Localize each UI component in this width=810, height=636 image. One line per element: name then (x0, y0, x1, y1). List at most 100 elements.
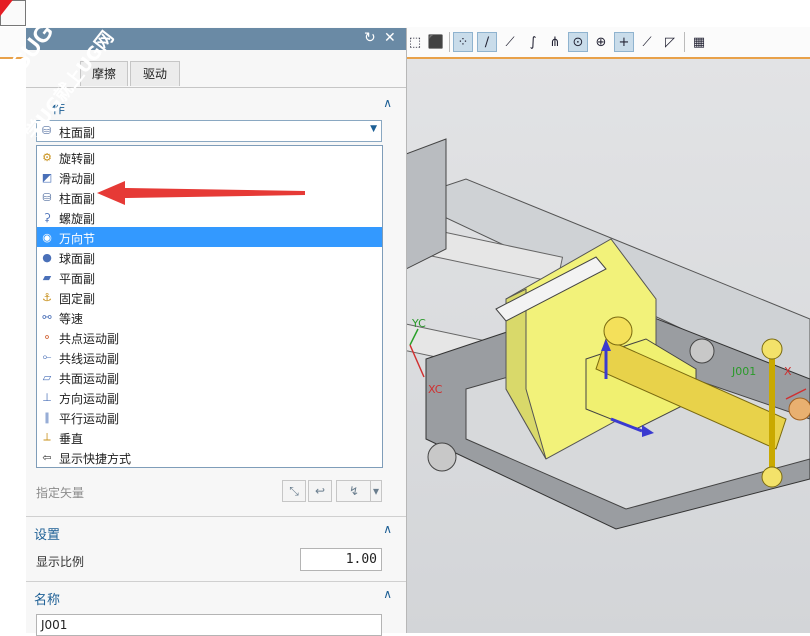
joint-marker (788, 397, 810, 421)
handle-knob-top (761, 338, 783, 360)
angle-icon[interactable]: ◸ (660, 32, 680, 52)
reset-icon[interactable]: ↻ (364, 30, 376, 46)
section-divider (26, 516, 406, 517)
show-shortcuts-icon: ⇦ (42, 450, 52, 464)
handle-knob-bottom (761, 466, 783, 488)
vector-dialog-button[interactable]: ⤡ (282, 480, 306, 502)
option-spherical[interactable]: ● 球面副 (37, 247, 382, 267)
option-planar[interactable]: ▰ 平面副 (37, 267, 382, 287)
option-label: 万向节 (59, 232, 96, 246)
snap-points-icon[interactable]: ⁘ (453, 32, 473, 52)
option-point-on-point[interactable]: ⚬ 共点运动副 (37, 327, 382, 347)
display-scale-label: 显示比例 (36, 555, 85, 569)
vector-reverse-button[interactable]: ↩ (308, 480, 332, 502)
hex-nut (689, 338, 715, 364)
end-block (406, 138, 447, 270)
section-action-header[interactable]: 作 ∧ (26, 94, 406, 118)
option-screw[interactable]: ⚳ 螺旋副 (37, 207, 382, 227)
display-scale-value: 1.00 (345, 552, 377, 567)
joint-name-label: J001 (732, 365, 757, 378)
universal-joint-icon: ◉ (42, 230, 52, 244)
joint-x-label: X (784, 365, 792, 378)
display-scale-input[interactable]: 1.00 (300, 548, 382, 571)
curve-icon[interactable]: ∫ (523, 32, 543, 52)
chevron-down-icon[interactable]: ▼ (370, 124, 377, 134)
option-label: 平面副 (59, 272, 96, 286)
option-label: 滑动副 (59, 172, 96, 186)
circle-cross-icon[interactable]: ⊕ (591, 32, 611, 52)
xc-label: XC (428, 383, 443, 396)
option-constant-velocity[interactable]: ⚯ 等速 (37, 307, 382, 327)
slider-joint-icon: ◩ (41, 170, 53, 184)
grid-icon[interactable]: ▦ (689, 32, 709, 52)
option-label: 旋转副 (59, 152, 96, 166)
line-dashed-icon[interactable]: ⟋ (500, 32, 520, 52)
option-label: 显示快捷方式 (59, 452, 132, 466)
section-settings-header[interactable]: 设置 ∧ (26, 520, 406, 544)
name-title: 名称 (34, 593, 61, 608)
option-label: 共点运动副 (59, 332, 120, 346)
option-label: 固定副 (59, 292, 96, 306)
graphics-viewport[interactable]: YC XC J001 X (406, 59, 810, 633)
settings-title: 设置 (34, 528, 61, 543)
point-on-line-icon: ⟜ (42, 350, 52, 363)
option-point-on-line[interactable]: ⟜ 共线运动副 (37, 347, 382, 367)
option-label: 共线运动副 (59, 352, 120, 366)
option-label: 螺旋副 (59, 212, 96, 226)
option-revolute[interactable]: ⚙ 旋转副 (37, 147, 382, 167)
section-name-header[interactable]: 名称 ∧ (26, 585, 406, 609)
screw-joint-icon: ⚳ (42, 210, 52, 224)
hex-nut-lower (427, 442, 457, 472)
spherical-joint-icon: ● (42, 250, 52, 264)
orientation-joint-icon: ⊥ (42, 390, 52, 404)
option-universal[interactable]: ◉ 万向节 (37, 227, 382, 247)
joint-type-select[interactable]: ⛁ 柱面副 ▼ (36, 120, 382, 142)
specify-vector-label: 指定矢量 (36, 486, 85, 500)
option-inplane[interactable]: ▱ 共面运动副 (37, 367, 382, 387)
close-icon[interactable]: ✕ (384, 30, 396, 46)
cylindrical-joint-icon: ⛁ (42, 190, 52, 204)
cube-shaded-icon[interactable]: ⬛ (426, 32, 446, 52)
option-perpendicular[interactable]: ⟂ 垂直 (37, 427, 382, 447)
constant-velocity-icon: ⚯ (42, 310, 52, 324)
tab-driver[interactable]: 驱动 (130, 61, 180, 86)
parallel-joint-icon: ∥ (44, 410, 50, 424)
option-parallel[interactable]: ∥ 平行运动副 (37, 407, 382, 427)
diagonal-icon[interactable]: ⟋ (637, 32, 657, 52)
line-icon[interactable]: ∕ (477, 32, 497, 52)
option-show-shortcuts[interactable]: ⇦ 显示快捷方式 (37, 447, 382, 467)
chevron-down-icon[interactable]: ▾ (370, 480, 382, 502)
cube-face-icon[interactable]: ⬚ (405, 32, 425, 52)
section-divider (26, 581, 406, 582)
option-label: 球面副 (59, 252, 96, 266)
vector-type-dropdown[interactable]: ↯ (336, 480, 372, 502)
screw-head (603, 316, 633, 346)
option-fixed[interactable]: ⚓ 固定副 (37, 287, 382, 307)
option-orientation[interactable]: ⊥ 方向运动副 (37, 387, 382, 407)
joint-type-value: 柱面副 (59, 126, 96, 140)
circle-target-icon[interactable]: ⊙ (568, 32, 588, 52)
yc-label: YC (412, 317, 426, 330)
toolbar-separator (449, 32, 450, 52)
option-label: 平行运动副 (59, 412, 120, 426)
chevron-up-icon[interactable]: ∧ (383, 96, 392, 110)
inplane-joint-icon: ▱ (42, 370, 52, 384)
chevron-up-icon[interactable]: ∧ (383, 587, 392, 601)
option-label: 垂直 (59, 432, 84, 446)
revolute-joint-icon: ⚙ (42, 150, 52, 164)
option-label: 共面运动副 (59, 372, 120, 386)
annotation-arrow (97, 181, 305, 205)
point-on-point-icon: ⚬ (42, 330, 52, 344)
planar-joint-icon: ▰ (42, 270, 52, 284)
plus-icon[interactable]: + (614, 32, 634, 52)
model-drawing (406, 138, 810, 530)
perpendicular-icon: ⟂ (43, 430, 51, 443)
toolbar-separator (684, 32, 685, 52)
fixed-joint-icon: ⚓ (42, 290, 52, 304)
option-label: 等速 (59, 312, 84, 326)
chevron-up-icon[interactable]: ∧ (383, 522, 392, 536)
option-label: 方向运动副 (59, 392, 120, 406)
vector-icon[interactable]: ⋔ (545, 32, 565, 52)
joint-name-value: J001 (41, 618, 68, 632)
option-label: 柱面副 (59, 192, 96, 206)
